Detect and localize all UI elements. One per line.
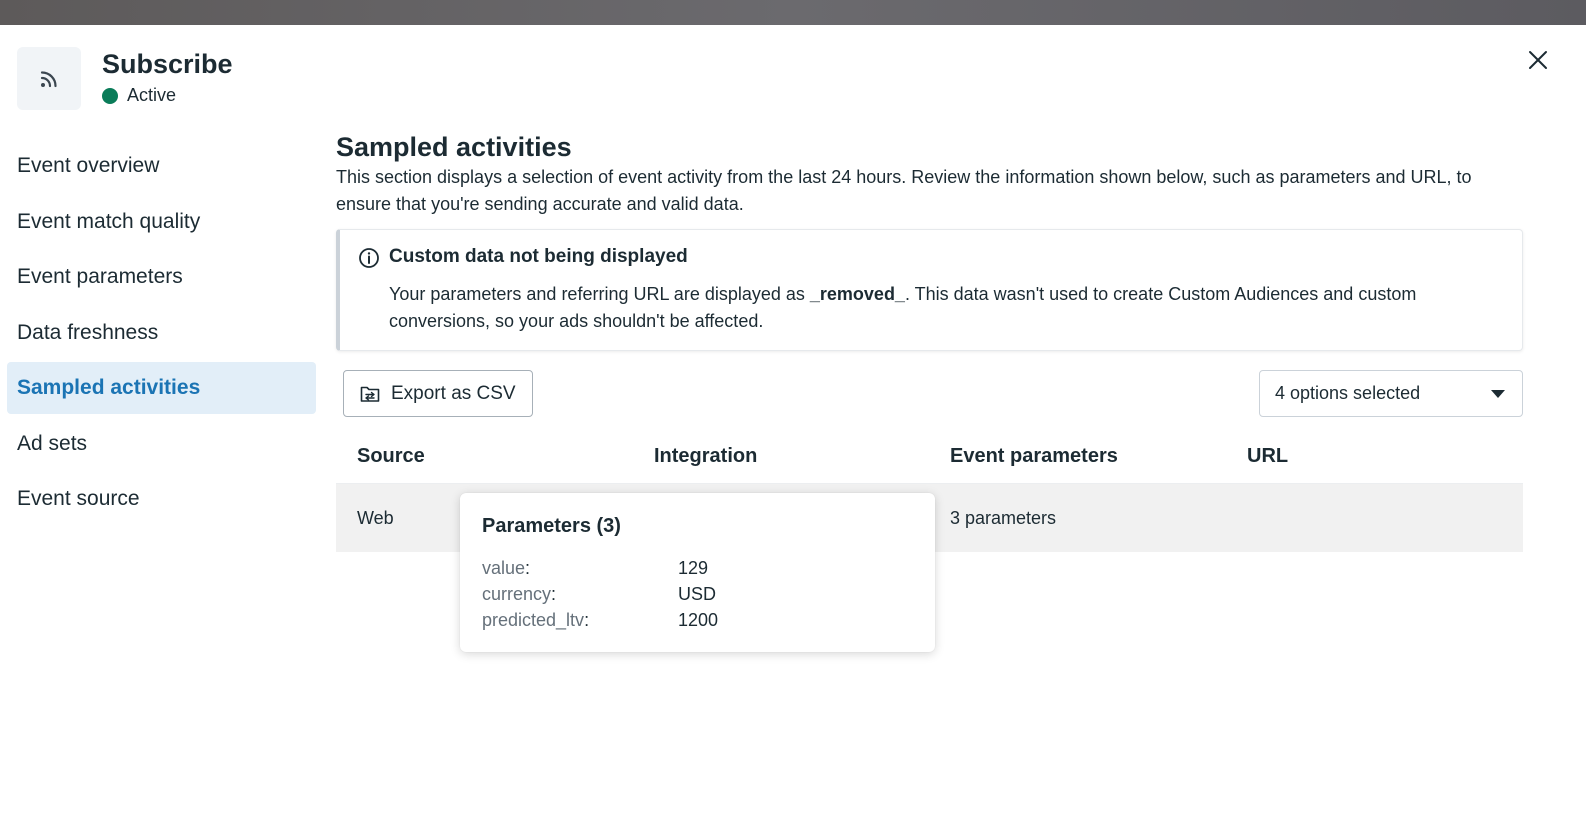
column-header-event-parameters[interactable]: Event parameters bbox=[950, 428, 1118, 484]
notice-text-before: Your parameters and referring URL are di… bbox=[389, 284, 810, 304]
sidebar-item-sampled-activities[interactable]: Sampled activities bbox=[7, 362, 316, 414]
rss-feed-icon bbox=[40, 70, 57, 87]
export-csv-label: Export as CSV bbox=[391, 382, 516, 404]
sidebar-item-event-overview[interactable]: Event overview bbox=[7, 140, 316, 192]
status-text: Active bbox=[127, 85, 177, 105]
param-key-text: predicted_ltv bbox=[482, 610, 585, 630]
param-row: predicted_ltv: 1200 bbox=[482, 607, 912, 633]
param-key: predicted_ltv: bbox=[482, 610, 590, 630]
notice-banner: Custom data not being displayed Your par… bbox=[336, 229, 1523, 351]
options-select-value: 4 options selected bbox=[1275, 383, 1421, 403]
param-row: value: 129 bbox=[482, 555, 912, 581]
sidebar-item-data-freshness[interactable]: Data freshness bbox=[7, 307, 316, 359]
table-toolbar: Export as CSV 4 options selected bbox=[336, 370, 1523, 418]
column-header-url[interactable]: URL bbox=[1247, 428, 1288, 484]
sidebar-nav: Event overview Event match quality Event… bbox=[7, 140, 316, 529]
event-title: Subscribe bbox=[102, 49, 233, 79]
cell-source: Web bbox=[357, 507, 394, 528]
param-key: value: bbox=[482, 558, 531, 578]
sidebar-item-ad-sets[interactable]: Ad sets bbox=[7, 418, 316, 470]
column-header-source[interactable]: Source bbox=[357, 428, 425, 484]
options-select[interactable]: 4 options selected bbox=[1259, 370, 1523, 417]
event-icon-container bbox=[17, 47, 81, 110]
export-csv-button[interactable]: Export as CSV bbox=[343, 370, 533, 417]
page-title: Sampled activities bbox=[336, 132, 572, 162]
param-key-text: value bbox=[482, 558, 526, 578]
param-value: 1200 bbox=[678, 610, 719, 630]
sidebar-item-event-source[interactable]: Event source bbox=[7, 473, 316, 525]
status-dot-icon bbox=[102, 87, 118, 104]
notice-text: Your parameters and referring URL are di… bbox=[389, 281, 1499, 335]
section-description: This section displays a selection of eve… bbox=[336, 167, 1472, 214]
param-value: 129 bbox=[678, 558, 709, 578]
info-icon bbox=[359, 248, 379, 268]
export-folder-icon bbox=[360, 386, 380, 402]
table-header: Source Integration Event parameters URL bbox=[336, 428, 1523, 484]
column-header-integration[interactable]: Integration bbox=[654, 428, 757, 484]
cell-event-parameters[interactable]: 3 parameters bbox=[950, 484, 1056, 552]
backdrop-top-strip bbox=[0, 0, 1586, 25]
close-icon bbox=[1529, 51, 1547, 69]
sidebar-item-event-parameters[interactable]: Event parameters bbox=[7, 251, 316, 303]
notice-text-bold: _removed_ bbox=[809, 284, 905, 304]
param-value: USD bbox=[678, 584, 717, 604]
notice-title: Custom data not being displayed bbox=[389, 246, 688, 267]
param-key: currency: bbox=[482, 584, 557, 604]
caret-down-icon bbox=[1491, 389, 1505, 398]
sidebar-item-event-match-quality[interactable]: Event match quality bbox=[7, 196, 316, 248]
status-indicator: Active bbox=[102, 85, 176, 106]
main-content: Sampled activities This section displays… bbox=[336, 130, 1523, 552]
parameters-tooltip: Parameters (3) value: 129 currency: USD … bbox=[460, 493, 935, 652]
tooltip-title: Parameters (3) bbox=[482, 515, 621, 537]
event-details-panel: Subscribe Active Event overview Event ma… bbox=[0, 25, 1586, 822]
close-button[interactable] bbox=[1525, 47, 1551, 73]
param-row: currency: USD bbox=[482, 581, 912, 607]
param-key-text: currency bbox=[482, 584, 552, 604]
